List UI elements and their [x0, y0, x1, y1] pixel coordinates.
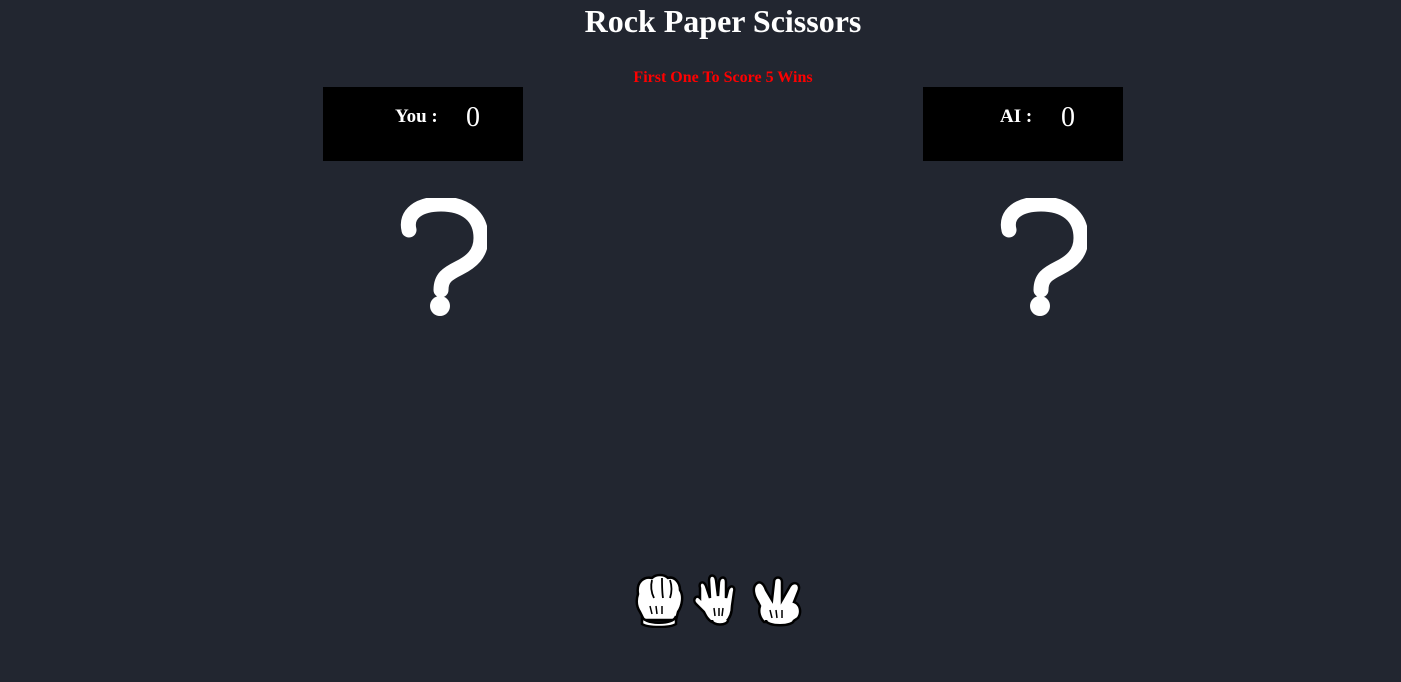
- win-condition-text: First One To Score 5 Wins: [633, 69, 813, 86]
- ai-score-value: 0: [1061, 102, 1075, 133]
- page-title: Rock Paper Scissors: [584, 3, 862, 39]
- scissors-hand-icon[interactable]: [750, 572, 806, 628]
- choice-buttons: [630, 572, 810, 630]
- question-mark-icon: [400, 198, 487, 316]
- ai-scoreboard: AI : 0: [923, 87, 1123, 161]
- game-page: Rock Paper Scissors First One To Score 5…: [0, 0, 1401, 682]
- player-score-label: You :: [395, 106, 438, 127]
- player-score-value: 0: [466, 102, 480, 133]
- question-mark-icon: [1000, 198, 1087, 316]
- player-scoreboard: You : 0: [323, 87, 523, 161]
- rock-hand-icon[interactable]: [630, 572, 686, 628]
- ai-score-label: AI :: [1000, 106, 1033, 127]
- paper-hand-icon[interactable]: [690, 572, 746, 628]
